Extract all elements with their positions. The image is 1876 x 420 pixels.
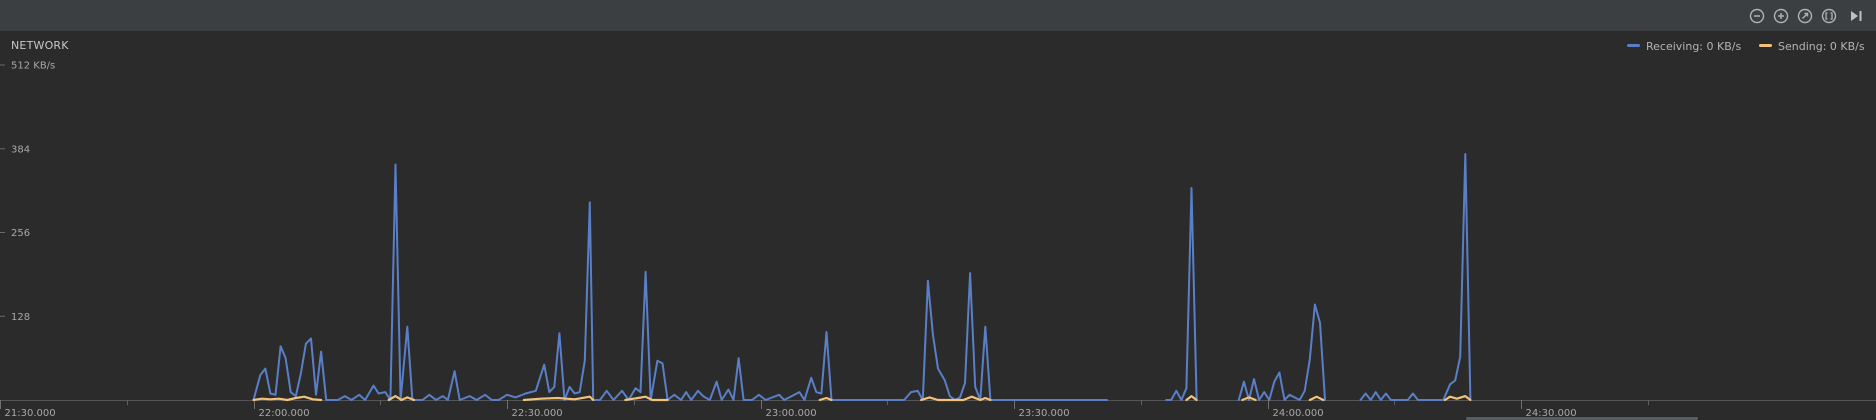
legend-receiving: Receiving: 0 KB/s	[1627, 40, 1741, 53]
monitor-title: NETWORK	[11, 39, 69, 52]
zoom-in-button[interactable]	[1771, 6, 1791, 26]
receiving-swatch	[1627, 44, 1640, 47]
toolbar	[0, 0, 1876, 32]
zoom-out-button[interactable]	[1747, 6, 1767, 26]
zoom-in-icon	[1773, 8, 1789, 24]
legend-sending-label: Sending: 0 KB/s	[1778, 40, 1865, 53]
zoom-to-selection-button[interactable]	[1819, 6, 1839, 26]
sending-swatch	[1759, 44, 1772, 47]
reset-zoom-icon	[1797, 8, 1813, 24]
zoom-out-icon	[1749, 8, 1765, 24]
reset-zoom-button[interactable]	[1795, 6, 1815, 26]
zoom-to-selection-icon	[1821, 8, 1837, 24]
go-live-button[interactable]	[1846, 6, 1866, 26]
legend-receiving-label: Receiving: 0 KB/s	[1646, 40, 1742, 53]
go-live-icon	[1851, 11, 1862, 21]
legend-sending: Sending: 0 KB/s	[1759, 40, 1865, 53]
network-monitor-panel[interactable]	[0, 32, 1876, 420]
